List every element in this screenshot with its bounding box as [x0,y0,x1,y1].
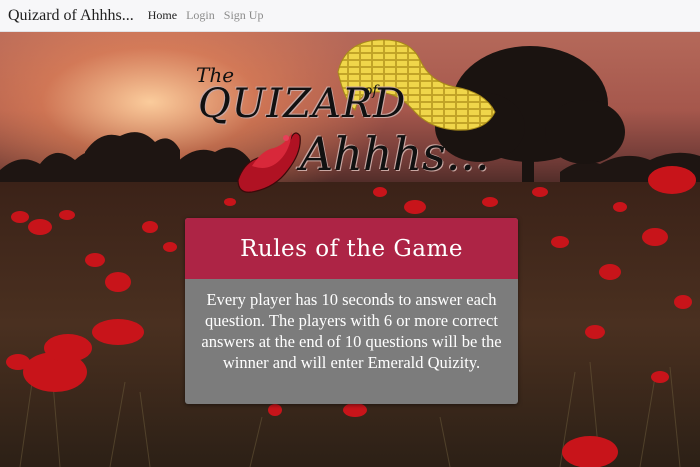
brand-title[interactable]: Quizard of Ahhhs... [8,7,134,25]
rules-title: Rules of the Game [240,235,463,262]
nav-home-link[interactable]: Home [148,8,177,23]
nav-login-link[interactable]: Login [186,8,215,23]
rules-card: Rules of the Game Every player has 10 se… [185,218,518,404]
logo-word-ahhhs: Ahhhs... [300,127,490,181]
nav-signup-link[interactable]: Sign Up [224,8,264,23]
top-navbar: Quizard of Ahhhs... Home Login Sign Up [0,0,700,32]
rules-header: Rules of the Game [185,218,518,279]
rules-text: Every player has 10 seconds to answer ea… [201,290,502,372]
logo-word-of: of [364,83,378,99]
quizard-logo: The QUIZARD of Ahhhs... [190,57,520,197]
hero-background: The QUIZARD of Ahhhs... Rules of the Gam… [0,32,700,467]
